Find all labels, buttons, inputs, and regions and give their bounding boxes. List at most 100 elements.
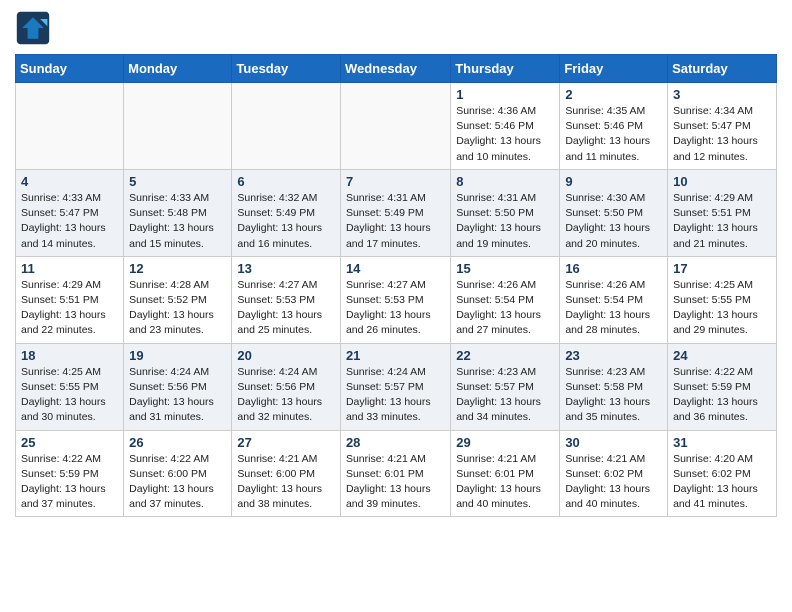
weekday-header-tuesday: Tuesday xyxy=(232,55,341,83)
day-number: 22 xyxy=(456,348,554,363)
weekday-header-wednesday: Wednesday xyxy=(340,55,450,83)
day-number: 17 xyxy=(673,261,771,276)
day-info: Sunrise: 4:31 AM Sunset: 5:50 PM Dayligh… xyxy=(456,191,554,252)
day-number: 19 xyxy=(129,348,226,363)
day-number: 18 xyxy=(21,348,118,363)
calendar-cell: 7Sunrise: 4:31 AM Sunset: 5:49 PM Daylig… xyxy=(340,169,450,256)
day-number: 16 xyxy=(565,261,662,276)
day-info: Sunrise: 4:22 AM Sunset: 6:00 PM Dayligh… xyxy=(129,452,226,513)
day-number: 31 xyxy=(673,435,771,450)
day-number: 15 xyxy=(456,261,554,276)
day-number: 11 xyxy=(21,261,118,276)
calendar-cell xyxy=(16,83,124,170)
calendar-cell: 21 Sunrise: 4:24 AM Sunset: 5:57 PM Dayli… xyxy=(340,343,450,430)
calendar-cell: 22 Sunrise: 4:23 AM Sunset: 5:57 PM Dayli… xyxy=(451,343,560,430)
weekday-header-saturday: Saturday xyxy=(668,55,777,83)
calendar-cell: 28 Sunrise: 4:21 AM Sunset: 6:01 PM Dayli… xyxy=(340,430,450,517)
day-info: Sunrise: 4:32 AM Sunset: 5:49 PM Dayligh… xyxy=(237,191,335,252)
day-number: 10 xyxy=(673,174,771,189)
weekday-header-thursday: Thursday xyxy=(451,55,560,83)
week-row-3: 11 Sunrise: 4:29 AM Sunset: 5:51 PM Dayli… xyxy=(16,256,777,343)
calendar-cell: 9Sunrise: 4:30 AM Sunset: 5:50 PM Daylig… xyxy=(560,169,668,256)
calendar-cell: 19 Sunrise: 4:24 AM Sunset: 5:56 PM Dayli… xyxy=(124,343,232,430)
calendar-cell xyxy=(340,83,450,170)
day-info: Sunrise: 4:29 AM Sunset: 5:51 PM Dayligh… xyxy=(673,191,771,252)
calendar-cell: 30 Sunrise: 4:21 AM Sunset: 6:02 PM Dayli… xyxy=(560,430,668,517)
day-number: 4 xyxy=(21,174,118,189)
day-info: Sunrise: 4:22 AM Sunset: 5:59 PM Dayligh… xyxy=(673,365,771,426)
calendar-cell: 23 Sunrise: 4:23 AM Sunset: 5:58 PM Dayli… xyxy=(560,343,668,430)
day-number: 26 xyxy=(129,435,226,450)
logo xyxy=(15,10,55,46)
calendar-cell: 8Sunrise: 4:31 AM Sunset: 5:50 PM Daylig… xyxy=(451,169,560,256)
logo-icon xyxy=(15,10,51,46)
day-info: Sunrise: 4:20 AM Sunset: 6:02 PM Dayligh… xyxy=(673,452,771,513)
week-row-2: 4 Sunrise: 4:33 AM Sunset: 5:47 PM Daylig… xyxy=(16,169,777,256)
day-info: Sunrise: 4:21 AM Sunset: 6:01 PM Dayligh… xyxy=(346,452,445,513)
day-number: 1 xyxy=(456,87,554,102)
calendar-cell: 17Sunrise: 4:25 AM Sunset: 5:55 PM Dayli… xyxy=(668,256,777,343)
day-number: 14 xyxy=(346,261,445,276)
calendar-cell xyxy=(124,83,232,170)
calendar-cell: 13 Sunrise: 4:27 AM Sunset: 5:53 PM Dayli… xyxy=(232,256,341,343)
calendar-cell: 31 Sunrise: 4:20 AM Sunset: 6:02 PM Dayli… xyxy=(668,430,777,517)
calendar-cell: 14 Sunrise: 4:27 AM Sunset: 5:53 PM Dayli… xyxy=(340,256,450,343)
day-number: 21 xyxy=(346,348,445,363)
week-row-5: 25 Sunrise: 4:22 AM Sunset: 5:59 PM Dayli… xyxy=(16,430,777,517)
day-number: 13 xyxy=(237,261,335,276)
day-info: Sunrise: 4:34 AM Sunset: 5:47 PM Dayligh… xyxy=(673,104,771,165)
day-number: 27 xyxy=(237,435,335,450)
day-number: 7 xyxy=(346,174,445,189)
calendar: SundayMondayTuesdayWednesdayThursdayFrid… xyxy=(15,54,777,517)
day-info: Sunrise: 4:23 AM Sunset: 5:58 PM Dayligh… xyxy=(565,365,662,426)
calendar-cell: 10 Sunrise: 4:29 AM Sunset: 5:51 PM Dayli… xyxy=(668,169,777,256)
day-number: 5 xyxy=(129,174,226,189)
calendar-cell: 6 Sunrise: 4:32 AM Sunset: 5:49 PM Daylig… xyxy=(232,169,341,256)
calendar-cell: 15Sunrise: 4:26 AM Sunset: 5:54 PM Dayli… xyxy=(451,256,560,343)
day-number: 6 xyxy=(237,174,335,189)
day-number: 30 xyxy=(565,435,662,450)
week-row-4: 18 Sunrise: 4:25 AM Sunset: 5:55 PM Dayli… xyxy=(16,343,777,430)
day-number: 28 xyxy=(346,435,445,450)
day-number: 23 xyxy=(565,348,662,363)
day-number: 9 xyxy=(565,174,662,189)
day-info: Sunrise: 4:24 AM Sunset: 5:57 PM Dayligh… xyxy=(346,365,445,426)
day-info: Sunrise: 4:28 AM Sunset: 5:52 PM Dayligh… xyxy=(129,278,226,339)
day-info: Sunrise: 4:29 AM Sunset: 5:51 PM Dayligh… xyxy=(21,278,118,339)
day-info: Sunrise: 4:22 AM Sunset: 5:59 PM Dayligh… xyxy=(21,452,118,513)
day-number: 25 xyxy=(21,435,118,450)
calendar-cell: 1Sunrise: 4:36 AM Sunset: 5:46 PM Daylig… xyxy=(451,83,560,170)
weekday-header-sunday: Sunday xyxy=(16,55,124,83)
calendar-cell: 11 Sunrise: 4:29 AM Sunset: 5:51 PM Dayli… xyxy=(16,256,124,343)
day-info: Sunrise: 4:21 AM Sunset: 6:00 PM Dayligh… xyxy=(237,452,335,513)
day-info: Sunrise: 4:24 AM Sunset: 5:56 PM Dayligh… xyxy=(129,365,226,426)
day-info: Sunrise: 4:24 AM Sunset: 5:56 PM Dayligh… xyxy=(237,365,335,426)
day-info: Sunrise: 4:25 AM Sunset: 5:55 PM Dayligh… xyxy=(21,365,118,426)
day-info: Sunrise: 4:23 AM Sunset: 5:57 PM Dayligh… xyxy=(456,365,554,426)
calendar-cell: 3 Sunrise: 4:34 AM Sunset: 5:47 PM Daylig… xyxy=(668,83,777,170)
page: SundayMondayTuesdayWednesdayThursdayFrid… xyxy=(0,0,792,532)
weekday-header-monday: Monday xyxy=(124,55,232,83)
calendar-cell: 24 Sunrise: 4:22 AM Sunset: 5:59 PM Dayli… xyxy=(668,343,777,430)
calendar-cell xyxy=(232,83,341,170)
calendar-cell: 5 Sunrise: 4:33 AM Sunset: 5:48 PM Daylig… xyxy=(124,169,232,256)
day-info: Sunrise: 4:21 AM Sunset: 6:02 PM Dayligh… xyxy=(565,452,662,513)
day-number: 20 xyxy=(237,348,335,363)
weekday-header-row: SundayMondayTuesdayWednesdayThursdayFrid… xyxy=(16,55,777,83)
day-info: Sunrise: 4:21 AM Sunset: 6:01 PM Dayligh… xyxy=(456,452,554,513)
calendar-cell: 4 Sunrise: 4:33 AM Sunset: 5:47 PM Daylig… xyxy=(16,169,124,256)
calendar-cell: 16 Sunrise: 4:26 AM Sunset: 5:54 PM Dayli… xyxy=(560,256,668,343)
calendar-cell: 20 Sunrise: 4:24 AM Sunset: 5:56 PM Dayli… xyxy=(232,343,341,430)
day-number: 3 xyxy=(673,87,771,102)
day-info: Sunrise: 4:33 AM Sunset: 5:47 PM Dayligh… xyxy=(21,191,118,252)
day-number: 12 xyxy=(129,261,226,276)
day-info: Sunrise: 4:26 AM Sunset: 5:54 PM Dayligh… xyxy=(565,278,662,339)
calendar-cell: 27 Sunrise: 4:21 AM Sunset: 6:00 PM Dayli… xyxy=(232,430,341,517)
day-info: Sunrise: 4:27 AM Sunset: 5:53 PM Dayligh… xyxy=(237,278,335,339)
day-info: Sunrise: 4:33 AM Sunset: 5:48 PM Dayligh… xyxy=(129,191,226,252)
calendar-cell: 12 Sunrise: 4:28 AM Sunset: 5:52 PM Dayli… xyxy=(124,256,232,343)
day-number: 24 xyxy=(673,348,771,363)
weekday-header-friday: Friday xyxy=(560,55,668,83)
day-info: Sunrise: 4:27 AM Sunset: 5:53 PM Dayligh… xyxy=(346,278,445,339)
calendar-cell: 18 Sunrise: 4:25 AM Sunset: 5:55 PM Dayli… xyxy=(16,343,124,430)
